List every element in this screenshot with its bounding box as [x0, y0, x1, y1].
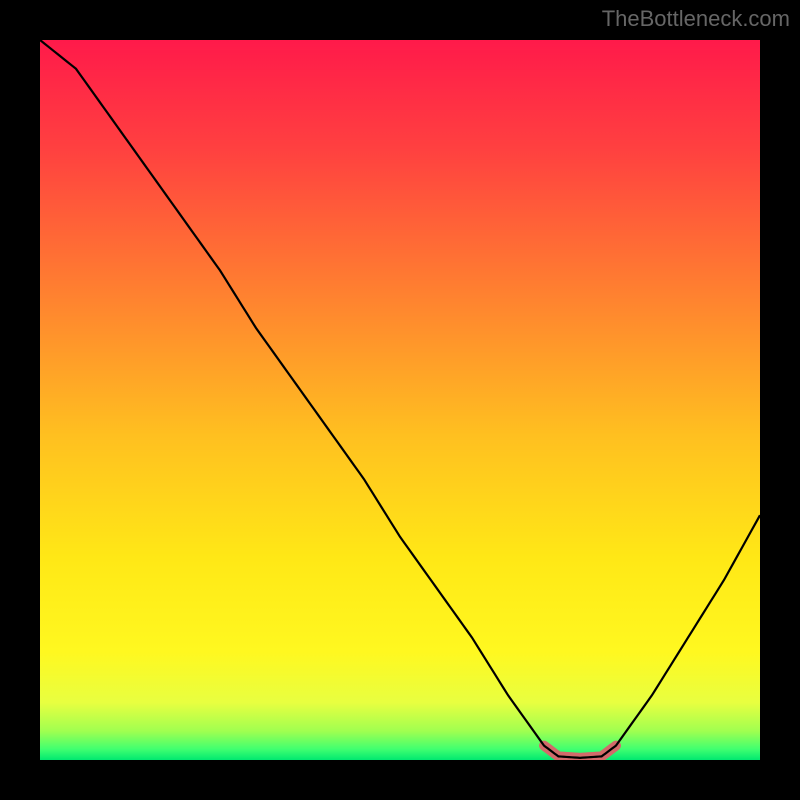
bottleneck-chart — [40, 40, 760, 760]
attribution-text: TheBottleneck.com — [602, 6, 790, 32]
plot-area — [40, 40, 760, 760]
chart-container: TheBottleneck.com — [0, 0, 800, 800]
gradient-background — [40, 40, 760, 760]
